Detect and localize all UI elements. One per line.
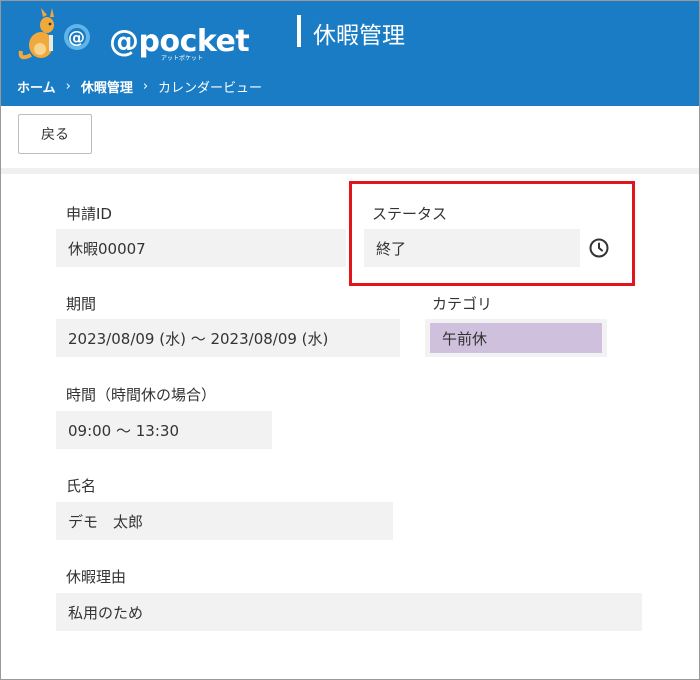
time-label: 時間（時間休の場合） <box>66 386 217 404</box>
breadcrumb: ホーム › 休暇管理 › カレンダービュー <box>17 77 262 96</box>
app-header: @ @pocket アットポケット 休暇管理 ホーム › 休暇管理 › カレンダ… <box>1 1 699 106</box>
back-button[interactable]: 戻る <box>18 114 92 154</box>
time-field: 09:00 ～ 13:30 <box>56 411 272 449</box>
reason-label: 休暇理由 <box>66 568 127 586</box>
breadcrumb-separator: › <box>65 79 71 94</box>
title-divider <box>297 15 301 47</box>
category-label: カテゴリ <box>432 295 493 313</box>
breadcrumb-separator: › <box>142 79 149 94</box>
category-badge: 午前休 <box>430 323 602 353</box>
breadcrumb-home[interactable]: ホーム <box>17 77 56 96</box>
page-title: 休暇管理 <box>313 23 405 49</box>
period-field: 2023/08/09 (水) ～ 2023/08/09 (水) <box>56 319 400 357</box>
status-highlight-box <box>349 181 635 286</box>
toolbar: 戻る <box>1 106 699 168</box>
breadcrumb-leave-management[interactable]: 休暇管理 <box>81 77 133 96</box>
category-field: 午前休 <box>425 319 607 357</box>
request-id-field: 休暇00007 <box>56 229 346 267</box>
request-id-label: 申請ID <box>66 205 112 223</box>
reason-field: 私用のため <box>56 593 642 631</box>
svg-text:@: @ <box>68 28 85 48</box>
name-field: デモ 太郎 <box>56 502 393 540</box>
breadcrumb-current: カレンダービュー <box>158 81 263 96</box>
period-label: 期間 <box>66 295 97 313</box>
logo-subtext: アットポケット <box>161 55 204 62</box>
name-label: 氏名 <box>66 477 97 495</box>
